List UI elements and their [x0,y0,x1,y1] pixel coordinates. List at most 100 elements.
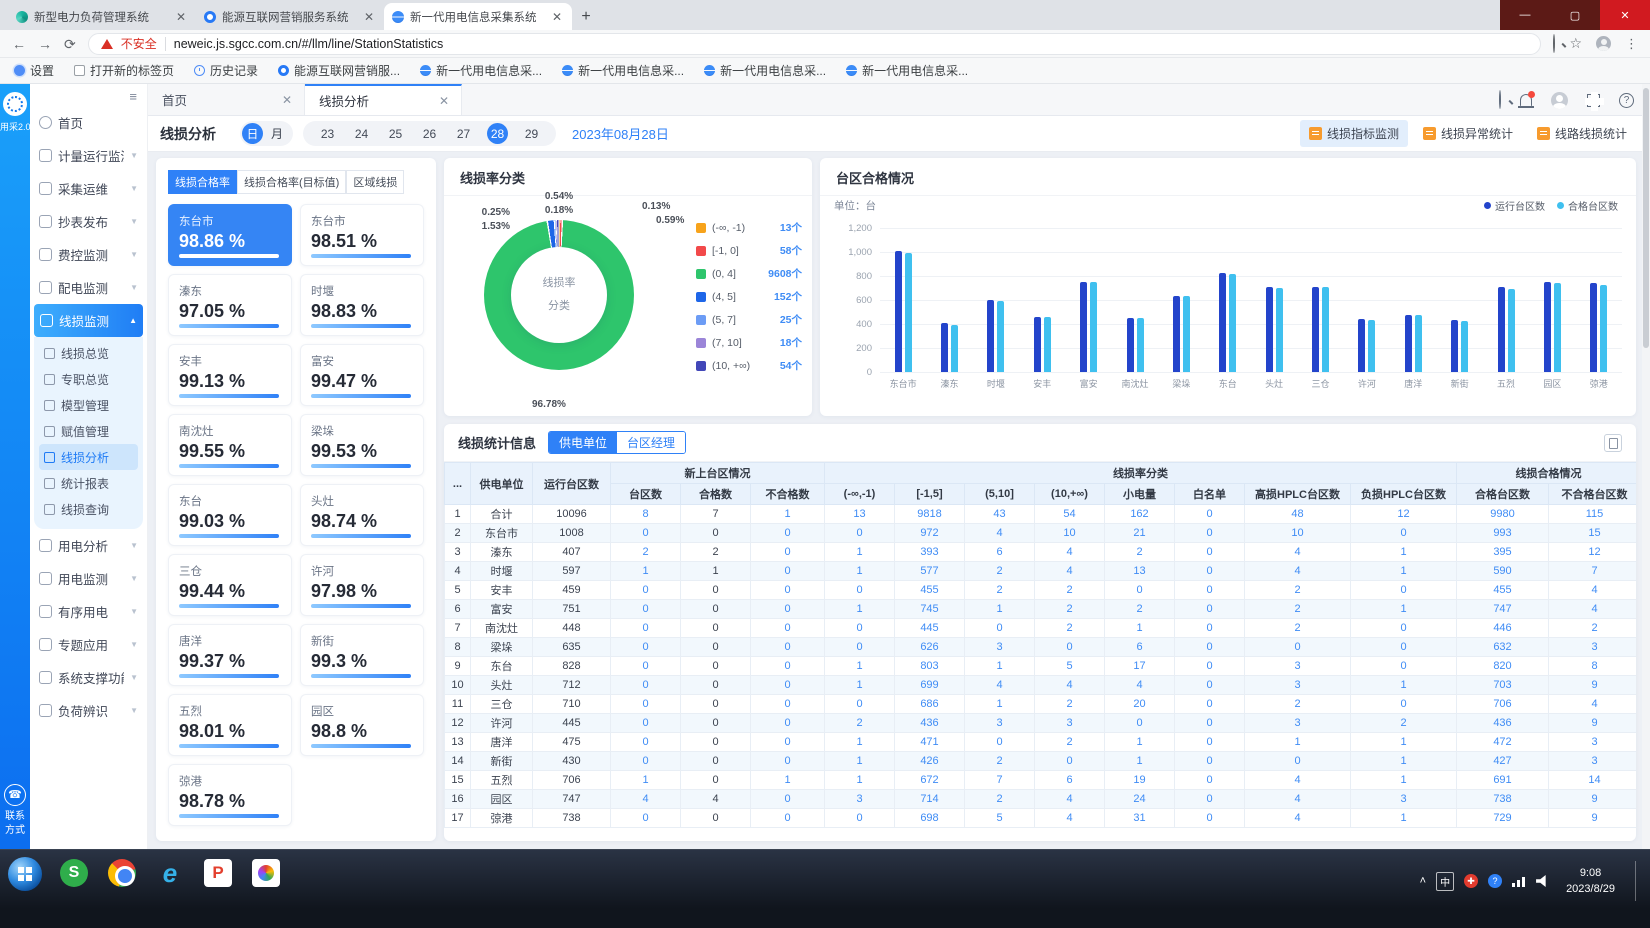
notification-bell-icon[interactable] [1520,94,1532,106]
toggle-day-option[interactable]: 日 [242,123,263,144]
browser-tab[interactable]: 新型电力负荷管理系统✕ [8,3,196,30]
card-tab[interactable]: 线损合格率(目标值) [237,170,346,194]
page-tab[interactable]: 首页✕ [148,84,305,115]
taskbar-clock[interactable]: 9:08 2023/8/29 [1558,865,1623,898]
reload-icon[interactable]: ⟳ [64,37,76,51]
taskbar-app-ie[interactable]: e [154,857,186,889]
table-row[interactable]: 10头灶71200016994440317039 [445,676,1637,695]
sidebar-item[interactable]: 有序用电▼ [30,595,147,628]
day-pill[interactable]: 24 [351,123,372,144]
table-row[interactable]: 8梁垛63500006263060006323 [445,638,1637,657]
help-tray-icon[interactable]: ? [1488,874,1502,888]
pass-rate-card[interactable]: 三仓99.44 % [168,554,292,616]
sidebar-item[interactable]: 首页 [30,106,147,139]
bar-legend-item[interactable]: 合格台区数 [1557,198,1618,213]
pass-rate-card[interactable]: 东台99.03 % [168,484,292,546]
browser-profile-icon[interactable] [1596,36,1611,51]
sidebar-subitem[interactable]: 模型管理 [34,392,143,418]
sidebar-subitem[interactable]: 线损总览 [34,340,143,366]
card-tab[interactable]: 线损合格率 [168,170,237,194]
sidebar-item[interactable]: 用电分析▼ [30,529,147,562]
view-button[interactable]: 线损异常统计 [1414,120,1522,147]
security-warning-label[interactable]: 不安全 [121,35,157,52]
contact-widget[interactable]: ☎ 联系 方式 [0,784,30,837]
taskbar-app-s[interactable]: S [58,857,90,889]
bookmark-star-icon[interactable]: ☆ [1569,35,1582,52]
sidebar-item[interactable]: 专题应用▼ [30,628,147,661]
table-row[interactable]: 2东台市1008000097241021010099315 [445,524,1637,543]
volume-icon[interactable] [1536,875,1548,887]
bookmark-item[interactable]: 设置 [14,62,54,79]
export-icon[interactable] [1604,434,1622,452]
pass-rate-card[interactable]: 头灶98.74 % [300,484,424,546]
pass-rate-card[interactable]: 唐洋99.37 % [168,624,292,686]
sidebar-subitem[interactable]: 赋值管理 [34,418,143,444]
taskbar-app-presentation[interactable]: P [202,857,234,889]
page-tab[interactable]: 线损分析✕ [305,84,462,115]
donut-legend-item[interactable]: (0, 4]9608个 [696,262,802,285]
window-maximize-button[interactable]: ▢ [1550,0,1600,30]
search-icon[interactable] [1499,90,1501,109]
tab-close-icon[interactable]: ✕ [550,10,564,24]
forward-icon[interactable]: → [38,37,52,51]
bookmark-item[interactable]: 新一代用电信息采... [420,62,542,79]
day-pill[interactable]: 23 [317,123,338,144]
view-button[interactable]: 线损指标监测 [1300,120,1408,147]
sidebar-item[interactable]: 用电监测▼ [30,562,147,595]
fullscreen-icon[interactable] [1587,94,1600,107]
pass-rate-card[interactable]: 南沈灶99.55 % [168,414,292,476]
pass-rate-card[interactable]: 东台市98.86 % [168,204,292,266]
browser-tab[interactable]: 新一代用电信息采集系统✕ [384,3,572,30]
view-button[interactable]: 线路线损统计 [1528,120,1636,147]
page-tab-close-icon[interactable]: ✕ [282,93,292,107]
table-row[interactable]: 14新街43000014262010014273 [445,752,1637,771]
toggle-month-option[interactable]: 月 [263,125,291,142]
day-pill[interactable]: 26 [419,123,440,144]
window-minimize-button[interactable]: — [1500,0,1550,30]
sidebar-subitem[interactable]: 线损分析 [39,444,138,470]
app-scrollbar-thumb[interactable] [1643,88,1649,348]
donut-legend-item[interactable]: (5, 7]25个 [696,308,802,331]
pass-rate-card[interactable]: 梁垛99.53 % [300,414,424,476]
sidebar-item[interactable]: 抄表发布▼ [30,205,147,238]
taskbar-app-chrome[interactable] [106,857,138,889]
donut-legend-item[interactable]: [-1, 0]58个 [696,239,802,262]
sidebar-item[interactable]: 费控监测▼ [30,238,147,271]
pass-rate-card[interactable]: 新街99.3 % [300,624,424,686]
sidebar-item[interactable]: 配电监测▼ [30,271,147,304]
table-row[interactable]: 3溱东407220139364204139512 [445,543,1637,562]
app-scrollbar[interactable] [1642,84,1650,849]
pass-rate-card[interactable]: 五烈98.01 % [168,694,292,756]
url-text[interactable]: neweic.js.sgcc.com.cn/#/llm/line/Station… [174,37,444,51]
input-language-icon[interactable]: 中 [1436,872,1454,891]
sidebar-item[interactable]: 负荷辨识▼ [30,694,147,727]
table-row[interactable]: 9东台828000180315170308208 [445,657,1637,676]
browser-menu-icon[interactable]: ⋮ [1625,36,1638,52]
table-row[interactable]: 12许河44500024363300324369 [445,714,1637,733]
show-desktop-button[interactable] [1635,861,1642,901]
sidebar-subitem[interactable]: 专职总览 [34,366,143,392]
bookmark-item[interactable]: 打开新的标签页 [74,62,174,79]
bookmark-item[interactable]: 历史记录 [194,62,258,79]
table-row[interactable]: 1合计100968711398184354162048129980115 [445,505,1637,524]
omnibox[interactable]: 不安全 neweic.js.sgcc.com.cn/#/llm/line/Sta… [88,33,1542,55]
table-row[interactable]: 5安丰45900004552200204554 [445,581,1637,600]
bar-legend-item[interactable]: 运行台区数 [1484,198,1545,213]
donut-legend-item[interactable]: (7, 10]18个 [696,331,802,354]
sidebar-item[interactable]: 计量运行监测▼ [30,139,147,172]
table-row[interactable]: 6富安75100017451220217474 [445,600,1637,619]
donut-legend-item[interactable]: (10, +∞)54个 [696,354,802,377]
day-pill[interactable]: 27 [453,123,474,144]
sidebar-subitem[interactable]: 统计报表 [34,470,143,496]
pass-rate-card[interactable]: 许河97.98 % [300,554,424,616]
sidebar-item[interactable]: 系统支撑功能▼ [30,661,147,694]
pass-rate-card[interactable]: 时堰98.83 % [300,274,424,336]
table-row[interactable]: 13唐洋47500014710210114723 [445,733,1637,752]
help-icon[interactable]: ? [1619,93,1634,108]
page-tab-close-icon[interactable]: ✕ [439,94,449,108]
table-row[interactable]: 11三仓710000068612200207064 [445,695,1637,714]
tab-close-icon[interactable]: ✕ [174,10,188,24]
bookmark-item[interactable]: 能源互联网营销服... [278,62,400,79]
sidebar-item[interactable]: 采集运维▼ [30,172,147,205]
card-tab[interactable]: 区域线损 [346,170,404,194]
